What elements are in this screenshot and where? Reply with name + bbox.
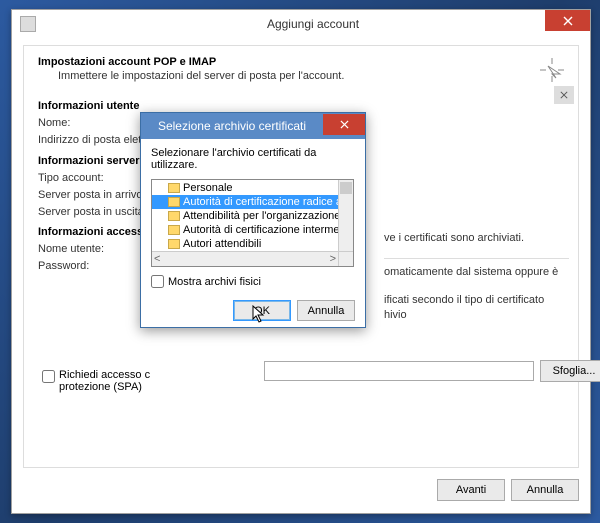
close-icon bbox=[563, 16, 573, 26]
close-icon bbox=[340, 120, 349, 129]
folder-icon bbox=[168, 183, 180, 193]
browse-button[interactable]: Sfoglia... bbox=[540, 360, 600, 382]
tree-item-org-trust[interactable]: Attendibilità per l'organizzazione bbox=[152, 209, 353, 223]
wizard-cursor-decoration bbox=[538, 56, 566, 84]
cert-tree[interactable]: Personale Autorità di certificazione rad… bbox=[151, 179, 354, 267]
tree-horizontal-scrollbar[interactable]: <> bbox=[152, 251, 338, 266]
group-user-info: Informazioni utente bbox=[38, 100, 564, 112]
section-title: Impostazioni account POP e IMAP bbox=[38, 56, 564, 68]
folder-icon bbox=[168, 225, 180, 235]
cert-close-button[interactable] bbox=[323, 114, 365, 135]
folder-icon bbox=[168, 239, 180, 249]
cert-cancel-button[interactable]: Annulla bbox=[297, 300, 355, 321]
tree-item-personale[interactable]: Personale bbox=[152, 181, 353, 195]
cert-instruction: Selezionare l'archivio certificati da ut… bbox=[151, 147, 355, 171]
cert-title: Selezione archivio certificati bbox=[141, 119, 323, 133]
spa-checkbox-row[interactable]: Richiedi accesso c protezione (SPA) bbox=[42, 369, 150, 393]
show-physical-label: Mostra archivi fisici bbox=[168, 276, 261, 288]
tree-vertical-scrollbar[interactable] bbox=[338, 180, 353, 252]
tree-item-intermediate-ca[interactable]: Autorità di certificazione intermedie bbox=[152, 223, 353, 237]
pane-close-button[interactable] bbox=[554, 86, 574, 104]
tree-item-root-ca[interactable]: Autorità di certificazione radice attend… bbox=[152, 195, 353, 209]
cert-titlebar: Selezione archivio certificati bbox=[141, 113, 365, 139]
next-button[interactable]: Avanti bbox=[437, 479, 505, 501]
app-icon bbox=[20, 16, 36, 32]
tree-item-trusted-pub[interactable]: Autori attendibili bbox=[152, 237, 353, 251]
section-subtitle: Immettere le impostazioni del server di … bbox=[58, 70, 564, 82]
show-physical-row[interactable]: Mostra archivi fisici bbox=[151, 275, 355, 288]
scroll-corner bbox=[338, 251, 353, 266]
cancel-button[interactable]: Annulla bbox=[511, 479, 579, 501]
folder-icon bbox=[168, 211, 180, 221]
cert-button-row: OK Annulla bbox=[151, 300, 355, 321]
ok-button[interactable]: OK bbox=[233, 300, 291, 321]
cert-body: Selezionare l'archivio certificati da ut… bbox=[141, 139, 365, 329]
main-footer: Avanti Annulla bbox=[23, 475, 579, 505]
folder-icon bbox=[168, 197, 180, 207]
spa-checkbox[interactable] bbox=[42, 370, 55, 383]
main-close-button[interactable] bbox=[545, 10, 590, 31]
cert-store-dialog: Selezione archivio certificati Seleziona… bbox=[140, 112, 366, 328]
store-path-input[interactable] bbox=[264, 361, 534, 381]
right-fragment-text: ve i certificati sono archiviati. omatic… bbox=[384, 231, 569, 336]
main-titlebar: Aggiungi account bbox=[12, 10, 590, 38]
show-physical-checkbox[interactable] bbox=[151, 275, 164, 288]
main-title: Aggiungi account bbox=[36, 17, 590, 31]
spa-label: Richiedi accesso c protezione (SPA) bbox=[59, 369, 150, 393]
